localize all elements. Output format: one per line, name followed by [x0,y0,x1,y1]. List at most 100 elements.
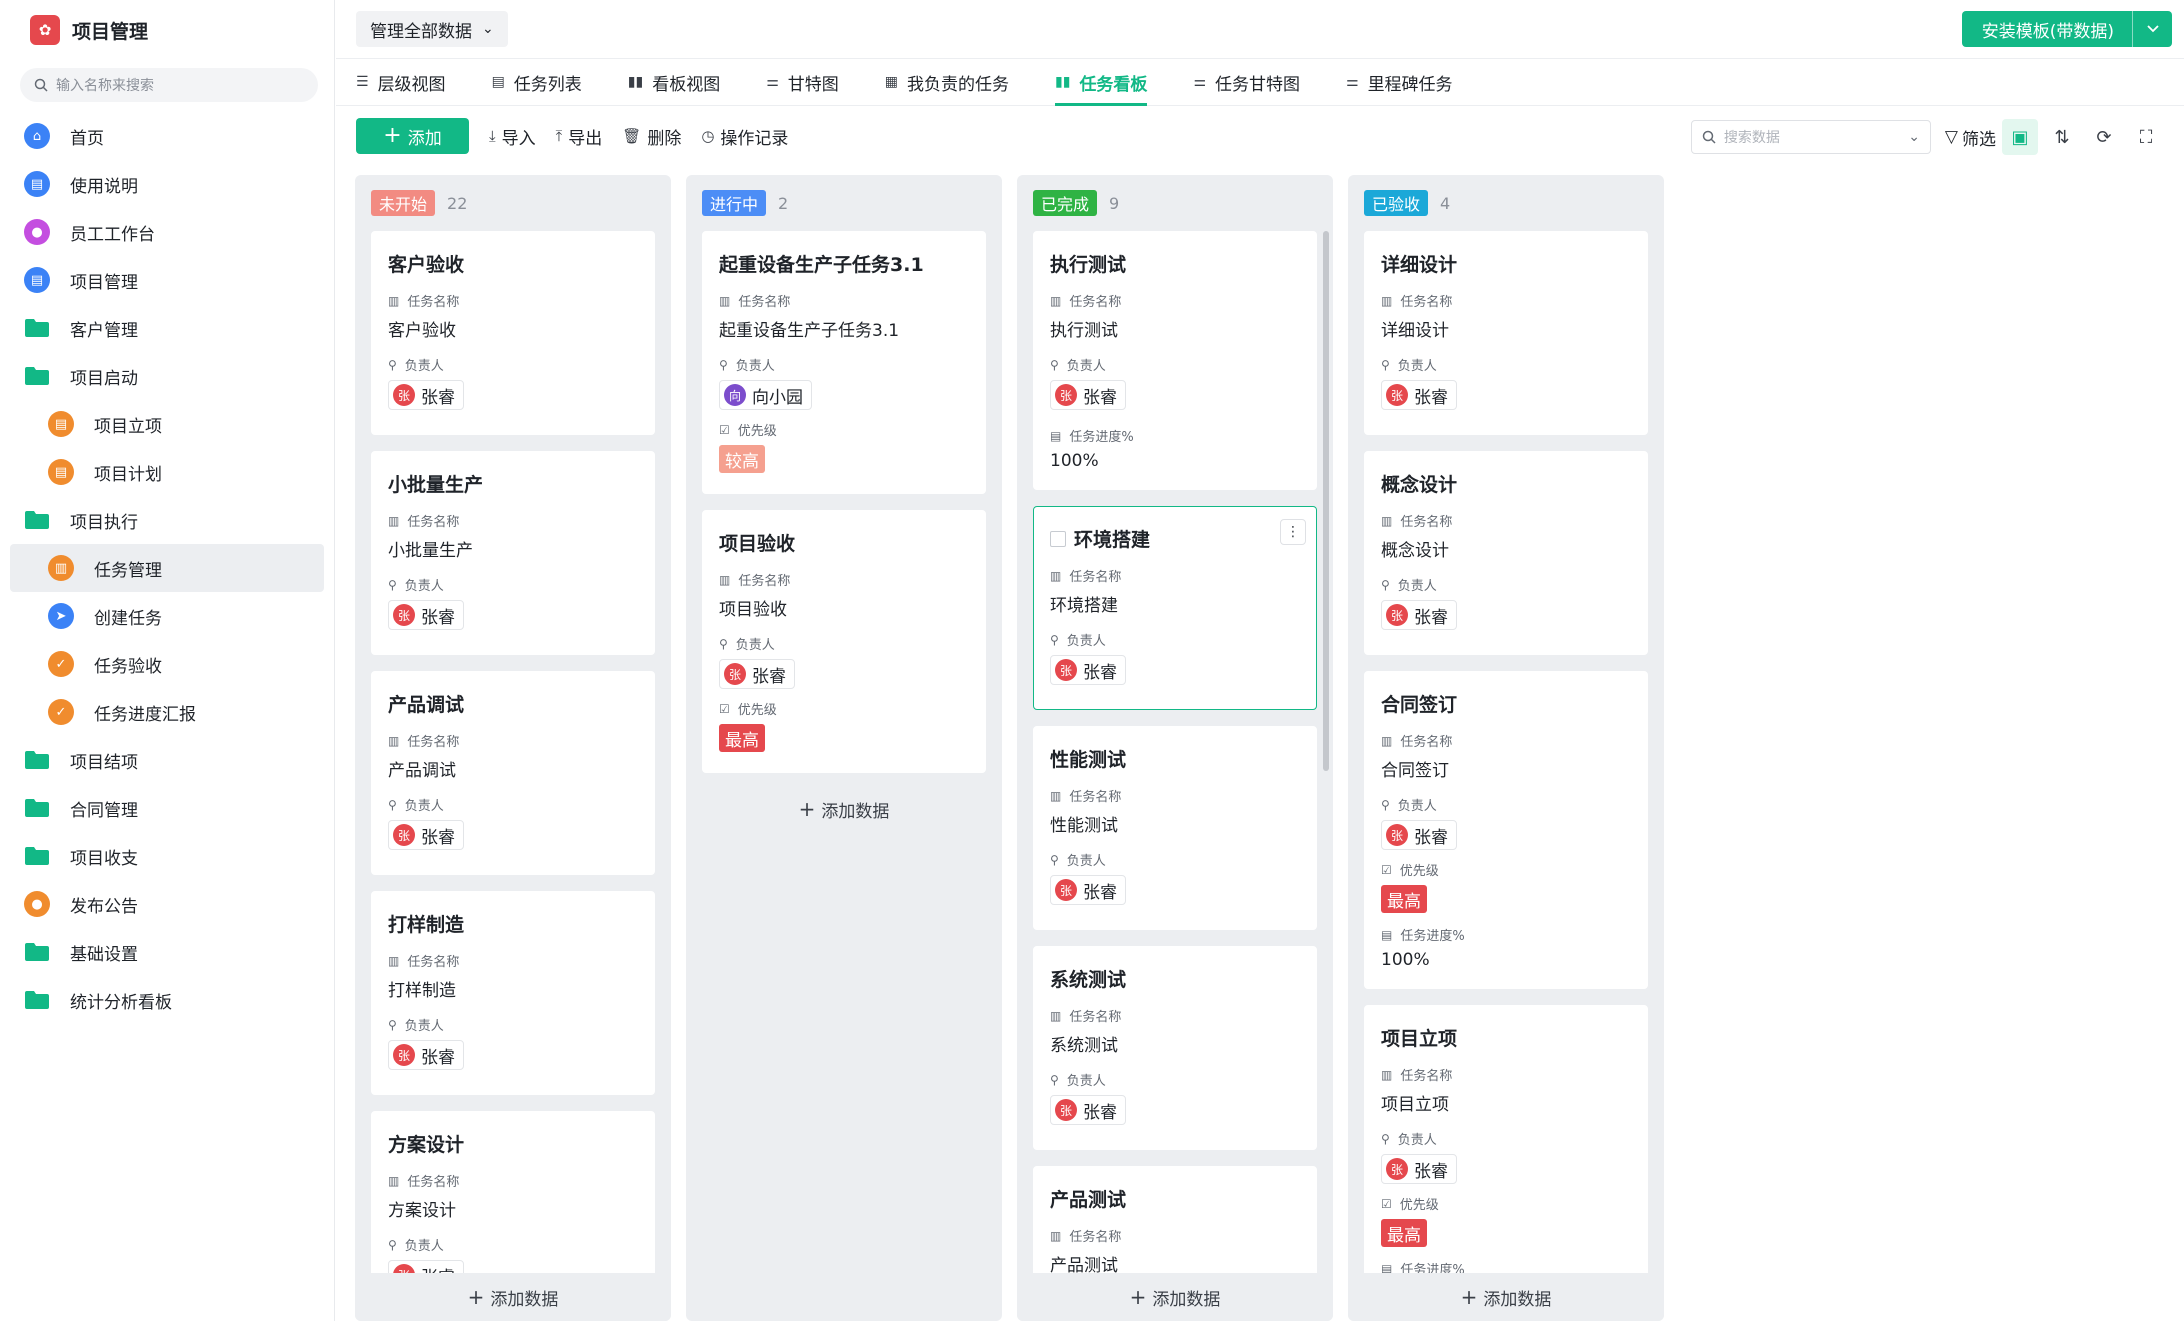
owner-chip[interactable]: 张张睿 [388,1040,464,1070]
owner-label: 负责人 [1066,634,1106,649]
sidebar-item-7[interactable]: ▤ 项目计划 [0,448,334,496]
add-data-button[interactable]: + 添加数据 [702,789,986,829]
toolbar-right: 搜索数据 ⌄ ▽ 筛选 ▣ ⇅ ⟳ ⛶ [1690,119,2164,155]
sidebar-item-2[interactable]: ● 员工工作台 [0,208,334,256]
task-card[interactable]: 性能测试 ▥ 任务名称 性能测试 ⚲ 负责人张张睿 [1033,726,1317,930]
task-card[interactable]: 项目验收 ▥ 任务名称 项目验收 ⚲ 负责人张张睿 ☑ 优先级 最高 [702,510,986,773]
task-card[interactable]: 概念设计 ▥ 任务名称 概念设计 ⚲ 负责人张张睿 [1364,451,1648,655]
sidebar-item-13[interactable]: 项目结项 [0,736,334,784]
task-card[interactable]: 详细设计 ▥ 任务名称 详细设计 ⚲ 负责人张张睿 [1364,231,1648,435]
sidebar-item-15[interactable]: 项目收支 [0,832,334,880]
tab-0[interactable]: ☰ 层级视图 [356,59,446,105]
export-button[interactable]: ⤒ 导出 [556,124,603,149]
task-card[interactable]: 小批量生产 ▥ 任务名称 小批量生产 ⚲ 负责人张张睿 [371,451,655,655]
owner-label: 负责人 [1397,359,1437,374]
task-card[interactable]: 产品调试 ▥ 任务名称 产品调试 ⚲ 负责人张张睿 [371,671,655,875]
card-style-icon[interactable]: ▣ [2002,119,2038,155]
add-data-button[interactable]: + 添加数据 [355,1273,671,1321]
task-card[interactable]: 系统测试 ▥ 任务名称 系统测试 ⚲ 负责人张张睿 [1033,946,1317,1150]
status-badge: 已完成 [1033,190,1098,216]
task-card[interactable]: 合同签订 ▥ 任务名称 合同签订 ⚲ 负责人张张睿 ☑ 优先级 最高 ▤ 任务进度% 100% [1364,671,1648,989]
sidebar-item-8[interactable]: 项目执行 [0,496,334,544]
owner-chip[interactable]: 张张睿 [1050,655,1126,685]
column-count: 4 [1440,193,1451,213]
column-scrollbar[interactable] [1323,231,1329,771]
owner-chip[interactable]: 张张睿 [388,820,464,850]
card-list: 起重设备生产子任务3.1 ▥ 任务名称 起重设备生产子任务3.1 ⚲ 负责人向向小园 ☑ 优先… [686,231,1002,829]
card-title-text: 性能测试 [1050,749,1127,771]
field-label: ▥ 任务名称 [1050,291,1300,311]
owner-chip[interactable]: 张张睿 [1381,600,1457,630]
task-card[interactable]: 执行测试 ▥ 任务名称 执行测试 ⚲ 负责人张张睿 ▤ 任务进度% 100% [1033,231,1317,490]
tab-3[interactable]: ⚌ 甘特图 [766,59,839,105]
tab-2[interactable]: ▮▮ 看板视图 [628,59,720,105]
card-title: 客户验收 [388,250,638,277]
task-card[interactable]: 客户验收 ▥ 任务名称 客户验收 ⚲ 负责人张张睿 [371,231,655,435]
owner-label: 负责人 [404,579,444,594]
filter-button[interactable]: ▽ 筛选 [1945,125,1996,150]
sidebar-item-18[interactable]: 统计分析看板 [0,976,334,1024]
import-button[interactable]: ⤓ 导入 [489,124,536,149]
operation-log-button[interactable]: ◷ 操作记录 [701,124,788,149]
sidebar-item-16[interactable]: ● 发布公告 [0,880,334,928]
sort-icon[interactable]: ⇅ [2044,119,2080,155]
owner-label: 负责人 [1066,854,1106,869]
delete-button[interactable]: 🗑 删除 [622,124,681,149]
add-button[interactable]: + 添加 [356,118,469,154]
field-label: ▥ 任务名称 [719,570,969,590]
tab-1[interactable]: ▤ 任务列表 [492,59,582,105]
tab-6[interactable]: ⚌ 任务甘特图 [1193,59,1300,105]
task-name-value: 项目验收 [719,600,787,620]
sidebar-item-17[interactable]: 基础设置 [0,928,334,976]
card-checkbox[interactable] [1050,530,1066,547]
sidebar-item-0[interactable]: ⌂ 首页 [0,112,334,160]
filter-label: 筛选 [1962,129,1996,150]
progress-value: 100% [1381,950,1430,970]
sidebar-item-14[interactable]: 合同管理 [0,784,334,832]
owner-chip[interactable]: 张张睿 [1381,380,1457,410]
owner-chip[interactable]: 向向小园 [719,380,812,410]
scope-dropdown[interactable]: 管理全部数据 ⌄ [356,11,508,47]
owner-chip[interactable]: 张张睿 [1050,875,1126,905]
task-card[interactable]: 项目立项 ▥ 任务名称 项目立项 ⚲ 负责人张张睿 ☑ 优先级 最高 ▤ 任务进度% [1364,1005,1648,1299]
owner-chip[interactable]: 张张睿 [1050,380,1126,410]
sidebar-item-3[interactable]: ▤ 项目管理 [0,256,334,304]
sidebar-item-10[interactable]: ➤ 创建任务 [0,592,334,640]
owner-chip[interactable]: 张张睿 [388,600,464,630]
tab-7[interactable]: ⚌ 里程碑任务 [1346,59,1453,105]
data-search-input[interactable]: 搜索数据 ⌄ [1690,120,1931,154]
sidebar-item-9[interactable]: ▥ 任务管理 [10,544,324,592]
refresh-icon[interactable]: ⟳ [2086,119,2122,155]
owner-chip[interactable]: 张张睿 [388,380,464,410]
sidebar-item-5[interactable]: 项目启动 [0,352,334,400]
owner-chip[interactable]: 张张睿 [1381,1154,1457,1184]
sidebar-item-label: 任务管理 [94,560,162,581]
install-template-button[interactable]: 安装模板(带数据) [1961,11,2172,47]
add-data-button[interactable]: + 添加数据 [1017,1273,1333,1321]
sidebar-item-4[interactable]: 客户管理 [0,304,334,352]
field-label: ▥ 任务名称 [1381,511,1631,531]
column-header: 已完成 9 [1017,175,1333,231]
sidebar-item-11[interactable]: ✓ 任务验收 [0,640,334,688]
more-icon[interactable]: ⋮ [1280,519,1306,545]
sidebar-item-1[interactable]: ▤ 使用说明 [0,160,334,208]
fullscreen-icon[interactable]: ⛶ [2128,119,2164,155]
tab-5[interactable]: ▮▮ 任务看板 [1055,59,1148,106]
sidebar-search-input[interactable]: 输入名称来搜索 [20,68,318,102]
owner-chip[interactable]: 张张睿 [1050,1095,1126,1125]
owner-chip[interactable]: 张张睿 [1381,820,1457,850]
field-label: ⚲ 负责人 [1381,795,1631,815]
task-card[interactable]: 起重设备生产子任务3.1 ▥ 任务名称 起重设备生产子任务3.1 ⚲ 负责人向向小园 ☑ 优先… [702,231,986,494]
add-data-label: 添加数据 [821,801,890,822]
sidebar-item-6[interactable]: ▤ 项目立项 [0,400,334,448]
chevron-down-icon[interactable] [2132,11,2172,47]
tab-4[interactable]: ▦ 我负责的任务 [885,59,1009,105]
person-icon: ⚲ [1381,357,1390,372]
scope-label: 管理全部数据 [370,21,472,42]
add-data-button[interactable]: + 添加数据 [1348,1273,1664,1321]
task-card[interactable]: 打样制造 ▥ 任务名称 打样制造 ⚲ 负责人张张睿 [371,891,655,1095]
task-card[interactable]: ⋮ 环境搭建 ▥ 任务名称 环境搭建 ⚲ 负责人张张睿 [1033,506,1317,710]
home-icon: ⌂ [24,123,50,149]
owner-chip[interactable]: 张张睿 [719,659,795,689]
sidebar-item-12[interactable]: ✓ 任务进度汇报 [0,688,334,736]
